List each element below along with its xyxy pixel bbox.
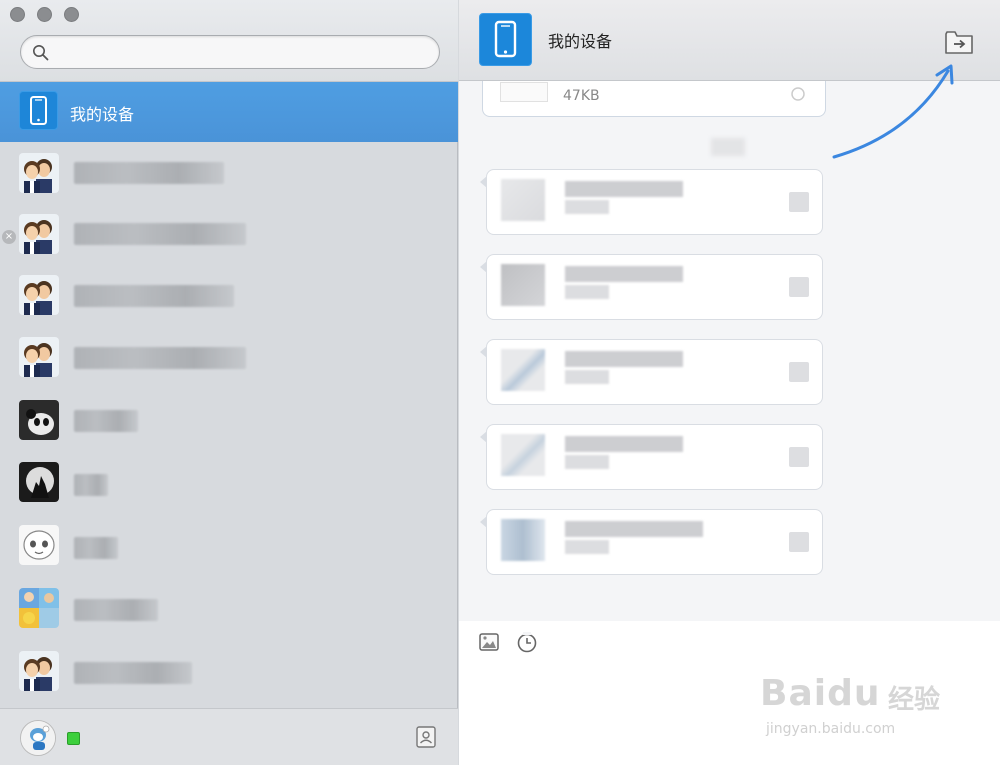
contact-row[interactable] xyxy=(0,265,458,325)
message-action-icon[interactable] xyxy=(789,277,809,297)
message-subtitle-redacted xyxy=(565,370,609,384)
minimize-window-button[interactable] xyxy=(37,7,52,22)
two-people-avatar xyxy=(19,337,59,377)
contact-row[interactable] xyxy=(0,578,458,638)
message-subtitle-redacted xyxy=(565,285,609,299)
close-window-button[interactable] xyxy=(10,7,25,22)
file-message-card[interactable]: 47KB xyxy=(482,81,826,117)
close-icon[interactable]: × xyxy=(2,230,16,244)
message-title-redacted xyxy=(565,436,683,452)
contact-name-redacted xyxy=(74,162,224,184)
panda-avatar xyxy=(19,400,59,440)
open-file-icon[interactable] xyxy=(790,86,806,102)
search-input[interactable] xyxy=(57,42,427,62)
message-subtitle-redacted xyxy=(565,540,609,554)
bubble-tail xyxy=(480,176,487,188)
phone-icon xyxy=(19,91,58,130)
contact-name: 我的设备 xyxy=(70,105,135,124)
bubble-tail xyxy=(480,261,487,273)
message-title-redacted xyxy=(565,521,703,537)
message-subtitle-redacted xyxy=(565,455,609,469)
contact-name-redacted xyxy=(74,223,246,245)
message-action-icon[interactable] xyxy=(789,362,809,382)
file-size: 47KB xyxy=(563,88,600,104)
contact-name-redacted xyxy=(74,474,108,496)
contact-row[interactable] xyxy=(0,452,458,512)
timestamp-redacted xyxy=(711,138,745,156)
search-icon xyxy=(33,45,49,61)
zoom-window-button[interactable] xyxy=(64,7,79,22)
bubble-tail xyxy=(480,516,487,528)
message-card[interactable] xyxy=(480,509,823,575)
photo-collage-avatar xyxy=(19,588,59,628)
contact-row[interactable]: × xyxy=(0,204,458,264)
send-file-folder-icon[interactable] xyxy=(944,28,974,56)
message-action-icon[interactable] xyxy=(789,447,809,467)
chat-title: 我的设备 xyxy=(548,32,613,51)
message-card[interactable] xyxy=(480,169,823,235)
message-card[interactable] xyxy=(480,254,823,320)
image-icon[interactable] xyxy=(478,631,500,653)
message-action-icon[interactable] xyxy=(789,192,809,212)
contact-name-redacted xyxy=(74,537,118,559)
message-thumbnail-redacted xyxy=(501,434,545,476)
message-subtitle-redacted xyxy=(565,200,609,214)
contact-name-redacted xyxy=(74,410,138,432)
message-title-redacted xyxy=(565,181,683,197)
two-people-avatar xyxy=(19,153,59,193)
contact-row[interactable] xyxy=(0,641,458,701)
bubble-tail xyxy=(480,431,487,443)
message-action-icon[interactable] xyxy=(789,532,809,552)
message-area: 47KB xyxy=(459,81,1000,621)
search-box[interactable] xyxy=(20,35,440,69)
contact-list: 我的设备 × xyxy=(0,82,458,708)
contact-name-redacted xyxy=(74,599,158,621)
wolf-moon-avatar xyxy=(19,462,59,502)
contact-row[interactable] xyxy=(0,390,458,450)
contact-my-device[interactable]: 我的设备 xyxy=(0,82,458,142)
message-title-redacted xyxy=(565,266,683,282)
bubble-tail xyxy=(480,346,487,358)
history-clock-icon[interactable] xyxy=(516,631,538,653)
message-title-redacted xyxy=(565,351,683,367)
online-status-indicator[interactable] xyxy=(67,732,80,745)
two-people-avatar xyxy=(19,214,59,254)
message-card[interactable] xyxy=(480,339,823,405)
message-thumbnail-redacted xyxy=(501,179,545,221)
message-input-area[interactable] xyxy=(459,621,1000,765)
two-people-avatar xyxy=(19,275,59,315)
message-thumbnail-redacted xyxy=(501,519,545,561)
contact-row[interactable] xyxy=(0,327,458,387)
contact-name-redacted xyxy=(74,662,192,684)
sidebar-bottom-bar xyxy=(0,708,458,765)
message-thumbnail-redacted xyxy=(501,349,545,391)
file-thumbnail xyxy=(500,82,548,102)
contact-name-redacted xyxy=(74,285,234,307)
contact-name-redacted xyxy=(74,347,246,369)
sidebar: 我的设备 × xyxy=(0,0,458,765)
two-people-avatar xyxy=(19,651,59,691)
my-avatar[interactable] xyxy=(20,720,56,756)
chat-header: 我的设备 xyxy=(459,0,1000,81)
contact-row[interactable] xyxy=(0,515,458,575)
contact-row[interactable] xyxy=(0,143,458,203)
contacts-book-icon[interactable] xyxy=(414,725,438,749)
cartoon-avatar xyxy=(19,525,59,565)
message-thumbnail-redacted xyxy=(501,264,545,306)
phone-icon xyxy=(479,13,532,66)
chat-panel: 我的设备 47KB xyxy=(459,0,1000,765)
message-card[interactable] xyxy=(480,424,823,490)
sidebar-titlebar xyxy=(0,0,458,82)
